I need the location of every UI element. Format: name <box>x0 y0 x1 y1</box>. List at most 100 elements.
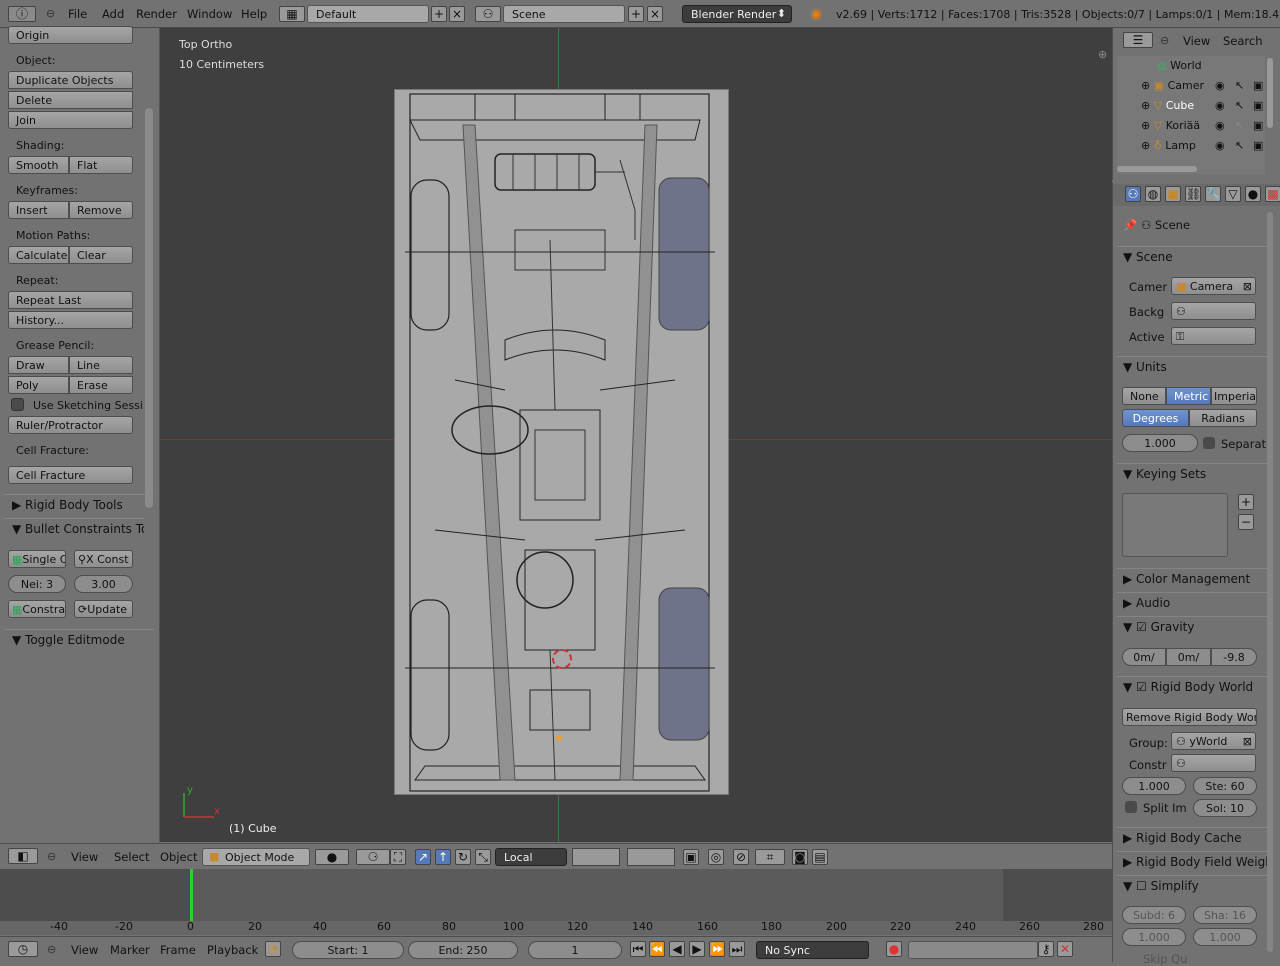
sketching-checkbox[interactable] <box>11 398 24 411</box>
ruler-button[interactable]: Ruler/Protractor <box>8 416 133 434</box>
collapse-icon[interactable]: ⊖ <box>47 850 56 863</box>
radians-button[interactable]: Radians <box>1189 409 1257 427</box>
jump-end-icon[interactable]: ⏭ <box>729 941 745 957</box>
units-imperial-button[interactable]: Imperial <box>1211 387 1257 405</box>
checkbox-checked-icon[interactable]: ☑ <box>1136 620 1151 634</box>
calculate-button[interactable]: Calculate <box>8 246 69 264</box>
render-engine-select[interactable]: Blender Render ⬍ <box>682 5 792 23</box>
scene-icon[interactable]: ⚇ <box>475 6 501 22</box>
degrees-button[interactable]: Degrees <box>1122 409 1189 427</box>
rigid-body-tools-panel[interactable]: ▶ Rigid Body Tools <box>4 494 154 516</box>
timeline-area[interactable]: -40 -20 0 20 40 60 80 100 120 140 160 18… <box>0 869 1112 935</box>
transform-orientation-select[interactable]: Local <box>495 848 567 866</box>
properties-scrollbar[interactable] <box>1267 212 1273 952</box>
constraint-tab-icon[interactable]: ⛓ <box>1185 186 1201 202</box>
menu-playback[interactable]: Playback <box>207 943 258 957</box>
collapse-icon[interactable]: ⊖ <box>1160 34 1169 47</box>
gravity-x-field[interactable]: 0m/ <box>1122 648 1166 666</box>
menu-file[interactable]: File <box>68 7 87 21</box>
split-impulse-checkbox[interactable] <box>1125 801 1137 813</box>
gravity-y-field[interactable]: 0m/ <box>1166 648 1211 666</box>
units-panel-header[interactable]: ▼ Units <box>1117 356 1269 378</box>
toolshelf-scrollbar[interactable] <box>145 108 153 508</box>
render-icon[interactable]: ▣ <box>1253 79 1263 92</box>
editor-type-3d-icon[interactable]: ◧ <box>8 848 38 864</box>
menu-select[interactable]: Select <box>114 850 149 864</box>
layer-buttons-2[interactable] <box>627 848 675 866</box>
subdivision-field[interactable]: Subd: 6 <box>1122 906 1186 924</box>
history-button[interactable]: History... <box>8 311 133 329</box>
manipulator-icon[interactable]: ⛶ <box>390 849 406 865</box>
modifier-tab-icon[interactable]: 🔧 <box>1205 186 1221 202</box>
outliner-item-koriaa[interactable]: ⊕ ▽ Koriää ◉ ↖ ▣ <box>1141 119 1265 132</box>
units-metric-button[interactable]: Metric <box>1166 387 1211 405</box>
separate-units-checkbox[interactable] <box>1203 437 1215 449</box>
scene-field[interactable]: Scene <box>503 5 625 23</box>
x-const-button[interactable]: ⚲X Const <box>74 550 133 568</box>
insert-keyframe-button[interactable]: Insert <box>8 201 69 219</box>
start-frame-field[interactable]: Start: 1 <box>292 941 404 959</box>
screen-layout-field[interactable]: Default <box>307 5 429 23</box>
cursor-icon[interactable]: ↖ <box>1235 99 1244 112</box>
render-icon[interactable]: ▣ <box>1253 119 1263 132</box>
collapse-icon[interactable]: ⊖ <box>47 943 56 956</box>
3d-cursor-icon[interactable] <box>552 649 572 669</box>
join-button[interactable]: Join <box>8 111 133 129</box>
menu-add[interactable]: Add <box>102 7 124 21</box>
single-constraint-button[interactable]: ▦Single C <box>8 550 66 568</box>
menu-window[interactable]: Window <box>187 7 232 21</box>
preview-range-icon[interactable]: ◔ <box>265 941 281 957</box>
close-icon[interactable]: ⊠ <box>1243 735 1252 748</box>
audio-panel[interactable]: ▶ Audio <box>1117 592 1269 614</box>
proportional-edit-icon[interactable]: ◎ <box>708 849 724 865</box>
rigid-body-world-panel[interactable]: ▼ ☑ Rigid Body World <box>1117 676 1269 698</box>
jump-key-forward-icon[interactable]: ⏩ <box>709 941 725 957</box>
current-frame-field[interactable]: 1 <box>528 941 622 959</box>
plus-icon[interactable]: ⊕ <box>1098 48 1107 61</box>
snap-icon[interactable]: ⊘ <box>733 849 749 865</box>
duplicate-objects-button[interactable]: Duplicate Objects <box>8 71 133 89</box>
editor-type-timeline-icon[interactable]: ◷ <box>8 941 38 957</box>
distance-field[interactable]: 3.00 <box>74 575 133 593</box>
render-still-icon[interactable]: ◙ <box>792 849 808 865</box>
jump-key-back-icon[interactable]: ⏪ <box>649 941 665 957</box>
neighbors-field[interactable]: Nei: 3 <box>8 575 66 593</box>
insert-key-icon[interactable]: ⚷ <box>1038 941 1054 957</box>
menu-render[interactable]: Render <box>136 7 177 21</box>
jump-start-icon[interactable]: ⏮ <box>630 941 646 957</box>
play-icon[interactable]: ▶ <box>689 941 705 957</box>
constraints-button[interactable]: ▦Constra <box>8 600 66 618</box>
world-tab-icon[interactable]: ◍ <box>1145 186 1161 202</box>
3d-viewport[interactable]: Top Ortho 10 Centimeters ⊕ y x (1) Cube <box>160 28 1112 842</box>
group-field[interactable]: ⚇ yWorld ⊠ <box>1171 732 1256 750</box>
data-tab-icon[interactable]: ▽ <box>1225 186 1241 202</box>
menu-object[interactable]: Object <box>160 850 197 864</box>
editor-type-outliner-icon[interactable]: ☰ <box>1123 32 1153 48</box>
draw-button[interactable]: Draw <box>8 356 69 374</box>
rotate-icon[interactable]: ↻ <box>455 849 471 865</box>
layer-buttons-1[interactable] <box>572 848 620 866</box>
bullet-constraints-panel[interactable]: ▼ Bullet Constraints To <box>4 518 144 540</box>
eye-icon[interactable]: ◉ <box>1215 119 1225 132</box>
mode-select[interactable]: ■ Object Mode <box>202 848 310 866</box>
keying-sets-panel-header[interactable]: ▼ Keying Sets <box>1117 463 1269 485</box>
render-icon[interactable]: ▣ <box>1253 99 1263 112</box>
simplify-panel[interactable]: ▼ ☐ Simplify <box>1117 875 1269 897</box>
remove-rigid-body-world-button[interactable]: Remove Rigid Body World <box>1122 708 1257 726</box>
gravity-panel[interactable]: ▼ ☑ Gravity <box>1117 616 1269 638</box>
outliner-item-world[interactable]: ◍ World <box>1157 59 1202 72</box>
gravity-z-field[interactable]: -9.8 <box>1211 648 1257 666</box>
pin-icon[interactable]: 📌 <box>1123 218 1141 232</box>
keying-set-field[interactable] <box>908 941 1038 959</box>
camera-field[interactable]: ■ Camera ⊠ <box>1171 277 1256 295</box>
close-icon[interactable]: ⊠ <box>1243 280 1252 293</box>
record-icon[interactable]: ● <box>886 941 902 957</box>
toggle-editmode-panel[interactable]: ▼ Toggle Editmode <box>4 629 154 651</box>
material-tab-icon[interactable]: ● <box>1245 186 1261 202</box>
delete-key-icon[interactable]: ✕ <box>1057 941 1073 957</box>
sync-select[interactable]: No Sync <box>756 941 869 959</box>
pivot-point-icon[interactable]: ⚆ <box>356 849 390 865</box>
add-scene-icon[interactable]: + <box>628 6 644 22</box>
translate-manipulator-icon[interactable]: ↗ <box>415 849 431 865</box>
object-tab-icon[interactable]: ■ <box>1165 186 1181 202</box>
